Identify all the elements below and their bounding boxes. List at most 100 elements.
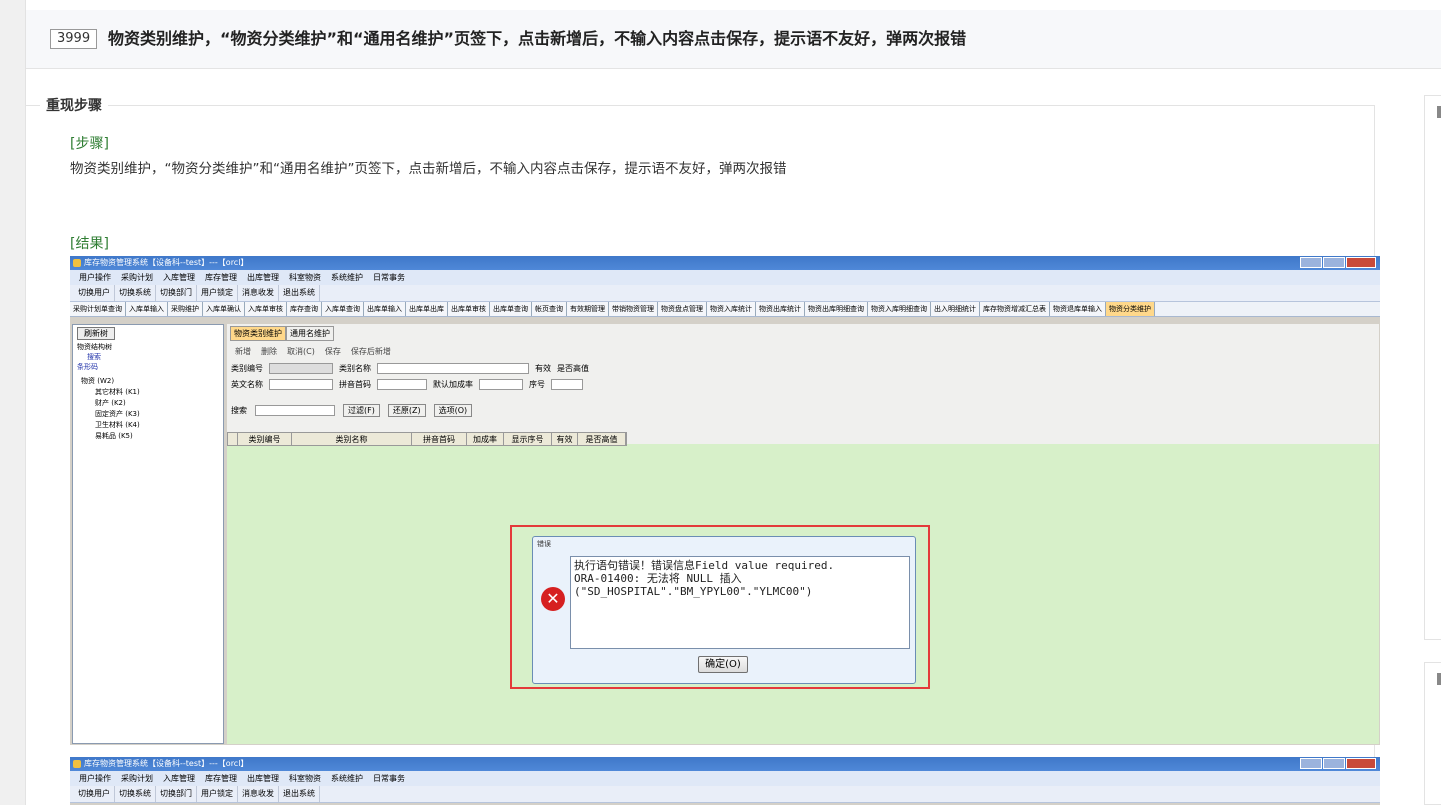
app-tab: 物资出库明细查询: [805, 302, 868, 316]
toolbar-item: 用户锁定: [197, 285, 238, 301]
section-legend: 重现步骤: [40, 95, 108, 117]
window-title-text: 库存物资管理系统【设备科--test】---【orcl】: [84, 759, 249, 768]
grid-header: 类别编号 类别名称 拼音首码 加成率 显示序号 有效 是否高值: [227, 432, 627, 446]
tree-node: 卫生材料 (K4): [95, 421, 140, 429]
menu-item: 用户操作: [79, 774, 111, 783]
app-tab: 物资退库单输入: [1050, 302, 1106, 316]
save-and-new-checkbox: 保存后新增: [350, 347, 391, 356]
right-panel-top: [1424, 95, 1441, 640]
dialog-message: 执行语句错误！错误信息Field value required. ORA-014…: [570, 556, 910, 649]
grid-col: 有效: [552, 433, 578, 445]
menu-item: 用户操作: [79, 273, 111, 282]
app-icon: [73, 760, 81, 768]
bug-title: 物资类别维护，“物资分类维护”和“通用名维护”页签下，点击新增后，不输入内容点击…: [108, 29, 967, 48]
new-button: 新增: [235, 347, 251, 356]
app-tab: 物资入库明细查询: [868, 302, 931, 316]
menu-item: 系统维护: [331, 273, 363, 282]
maximize-icon: [1323, 257, 1345, 268]
en-name-label: 英文名称: [231, 380, 263, 389]
app-menubar: 用户操作 采购计划 入库管理 库存管理 出库管理 科室物资 系统维护 日常事务: [70, 771, 1380, 786]
app-tab: 带销物资管理: [609, 302, 658, 316]
grid-col: 是否高值: [578, 433, 626, 445]
menu-item: 库存管理: [205, 774, 237, 783]
filter-search-label: 搜索: [231, 406, 247, 415]
refresh-tree-button: 刷新树: [77, 327, 115, 340]
grid-corner: [228, 433, 238, 445]
panel-title-glyph: [1437, 106, 1441, 118]
tree-node: 固定资产 (K3): [95, 410, 140, 418]
toolbar-item: 切换部门: [156, 285, 197, 301]
dialog-ok-button: 确定(O): [698, 656, 748, 673]
close-icon: [1346, 257, 1376, 268]
window-controls: [1300, 257, 1376, 268]
tree-node: 其它材料 (K1): [95, 388, 140, 396]
toolbar-item: 消息收发: [238, 285, 279, 301]
close-icon: [1346, 758, 1376, 769]
subtab-generic-name: 通用名维护: [286, 326, 334, 341]
app-tab: 入库单审核: [245, 302, 287, 316]
window-controls: [1300, 758, 1376, 769]
valid-checkbox: 有效: [535, 364, 551, 373]
toolbar-item: 切换系统: [115, 285, 156, 301]
panel-title-glyph: [1437, 673, 1441, 685]
toolbar-item: 切换系统: [115, 786, 156, 802]
search-label: 搜索: [87, 353, 101, 361]
result-screenshot-2[interactable]: 库存物资管理系统【设备科--test】---【orcl】 用户操作 采购计划 入…: [70, 757, 1380, 805]
toolbar-item: 退出系统: [279, 285, 320, 301]
app-tab: 物资入库统计: [707, 302, 756, 316]
barcode-label: 条形码: [77, 363, 98, 371]
name-field: [377, 363, 529, 374]
maximize-icon: [1323, 758, 1345, 769]
filter-search-field: [255, 405, 335, 416]
filter-button: 过滤(F): [343, 404, 380, 417]
steps-text: 物资类别维护，“物资分类维护”和“通用名维护”页签下，点击新增后，不输入内容点击…: [70, 161, 787, 177]
menu-item: 出库管理: [247, 273, 279, 282]
minimize-icon: [1300, 758, 1322, 769]
app-tab: 入库单输入: [126, 302, 168, 316]
menu-item: 科室物资: [289, 774, 321, 783]
menu-item: 入库管理: [163, 774, 195, 783]
bug-header: 3999 物资类别维护，“物资分类维护”和“通用名维护”页签下，点击新增后，不输…: [26, 10, 1441, 69]
app-tab: 采购维护: [168, 302, 203, 316]
menu-item: 库存管理: [205, 273, 237, 282]
menu-item: 出库管理: [247, 774, 279, 783]
app-tab: 出库单查询: [490, 302, 532, 316]
category-form: 物资类别维护 通用名维护 新增 删除 取消(C) 保存 保存后新增 类别编号 类…: [227, 324, 1379, 444]
toolbar-item: 切换部门: [156, 786, 197, 802]
menu-item: 科室物资: [289, 273, 321, 282]
right-panel-bottom: [1424, 662, 1441, 805]
grid-col: 显示序号: [504, 433, 552, 445]
menu-item: 日常事务: [373, 774, 405, 783]
result-tag: [结果]: [70, 236, 109, 252]
save-button: 保存: [324, 347, 341, 356]
tree-node: 易耗品 (K5): [95, 432, 133, 440]
app-tabstrip: 采购计划单查询 入库单输入 采购维护 入库单确认 入库单审核 库存查询 入库单查询 出库单输入…: [70, 302, 1380, 317]
tree-node: 物资 (W2): [81, 377, 115, 385]
app-toolbar: 切换用户 切换系统 切换部门 用户锁定 消息收发 退出系统: [70, 285, 1380, 302]
app-tab: 库存查询: [287, 302, 322, 316]
window-title-text: 库存物资管理系统【设备科--test】---【orcl】: [84, 258, 249, 267]
app-tab: 物资分类维护: [1106, 302, 1155, 316]
toolbar-item: 消息收发: [238, 786, 279, 802]
tree-label: 物资结构树: [77, 343, 112, 351]
steps-tag: [步骤]: [70, 136, 109, 152]
app-tab: 物资出库统计: [756, 302, 805, 316]
tree-pane: 刷新树 物资结构树 搜索 条形码 物资 (W2) 其它材料 (K1) 财产 (K…: [72, 324, 224, 744]
bug-id-badge: 3999: [50, 29, 98, 49]
result-screenshot-1[interactable]: 库存物资管理系统【设备科--test】---【orcl】 用户操作 采购计划 入…: [70, 256, 1380, 745]
grid-col: 拼音首码: [412, 433, 467, 445]
menu-item: 采购计划: [121, 774, 153, 783]
app-tab: 入库单查询: [322, 302, 364, 316]
app-tab: 采购计划单查询: [70, 302, 126, 316]
app-tab: 出入明细统计: [931, 302, 980, 316]
toolbar-item: 切换用户: [74, 786, 115, 802]
code-field: [269, 363, 333, 374]
code-label: 类别编号: [231, 364, 263, 373]
app-tab: 入库单确认: [203, 302, 245, 316]
app-tab: 出库单输入: [364, 302, 406, 316]
markup-field: [479, 379, 523, 390]
menu-item: 日常事务: [373, 273, 405, 282]
app-tab: 出库单出库: [406, 302, 448, 316]
error-icon: ✕: [541, 587, 565, 611]
tree-node: 财产 (K2): [95, 399, 126, 407]
